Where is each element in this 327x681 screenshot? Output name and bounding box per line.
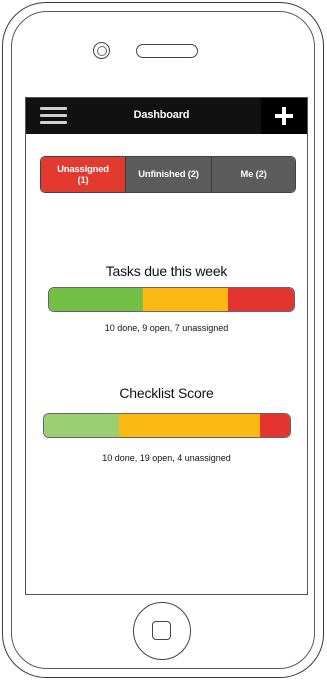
home-button[interactable] [133,602,191,660]
app-screen: Dashboard Unassigned (1) Unfinished (2) … [25,97,308,595]
checklist-progress-bar [43,413,291,438]
checklist-title: Checklist Score [119,385,214,401]
top-bar: Dashboard [26,98,307,134]
tab-me[interactable]: Me (2) [211,157,295,192]
tasks-open-segment [143,288,229,311]
tasks-due-title: Tasks due this week [105,263,228,279]
camera-icon [93,42,110,59]
speaker-grille [136,44,198,58]
checklist-summary: 10 done, 19 open, 4 unassigned [102,453,231,463]
tasks-due-summary: 10 done, 9 open, 7 unassigned [104,323,229,333]
tab-unassigned-label: Unassigned [57,163,109,175]
tasks-done-segment [49,288,144,311]
tasks-due-progress-bar [48,287,295,312]
tab-unassigned[interactable]: Unassigned (1) [41,157,125,192]
checklist-done-segment [44,414,119,437]
filter-tabs: Unassigned (1) Unfinished (2) Me (2) [40,156,296,193]
tab-unfinished[interactable]: Unfinished (2) [125,157,211,192]
tab-unfinished-label: Unfinished (2) [138,169,199,180]
tab-unassigned-count: (1) [77,174,89,186]
checklist-unassigned-segment [260,414,290,437]
tasks-unassigned-segment [228,288,294,311]
checklist-open-segment [118,414,261,437]
tab-me-label: Me (2) [240,169,267,180]
add-button[interactable] [261,98,307,134]
